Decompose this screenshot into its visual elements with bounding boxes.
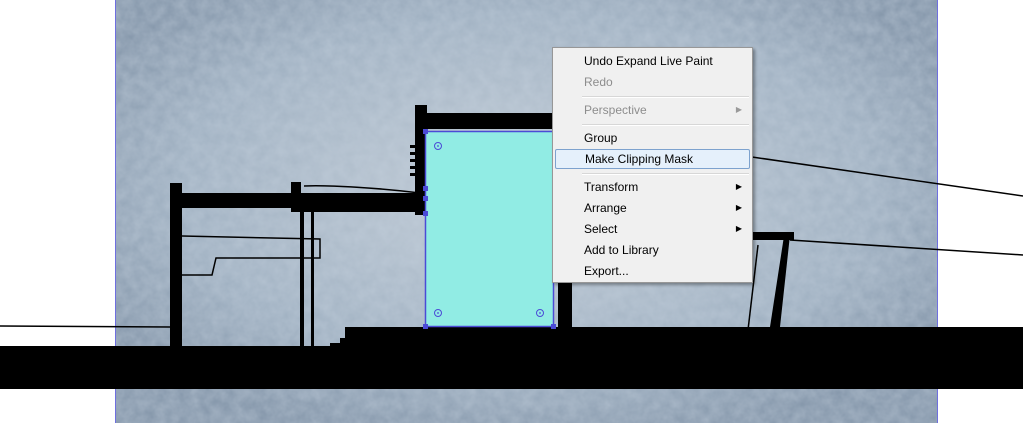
menu-item-label: Perspective [584,103,647,117]
selected-rectangle[interactable] [423,129,556,329]
artboard-canvas[interactable] [0,0,1023,423]
menu-item-label: Arrange [584,201,627,215]
menu-item-redo[interactable]: Redo [555,72,750,92]
anchor-point[interactable] [423,196,428,201]
menu-item-transform[interactable]: Transform ▶ [555,177,750,197]
menu-item-label: Undo Expand Live Paint [584,54,713,68]
menu-item-undo-expand-live-paint[interactable]: Undo Expand Live Paint [555,51,750,71]
menu-item-label: Select [584,222,618,236]
submenu-arrow-icon: ▶ [735,105,742,114]
menu-item-label: Export... [584,264,629,278]
menu-item-perspective[interactable]: Perspective ▶ [555,100,750,120]
anchor-point[interactable] [423,324,428,329]
menu-separator [582,96,749,98]
submenu-arrow-icon: ▶ [735,182,742,191]
menu-separator [582,124,749,126]
menu-item-label: Transform [584,180,639,194]
menu-item-label: Redo [584,75,613,89]
menu-item-add-to-library[interactable]: Add to Library [555,240,750,260]
menu-item-make-clipping-mask[interactable]: Make Clipping Mask [555,149,750,169]
menu-item-arrange[interactable]: Arrange ▶ [555,198,750,218]
anchor-point[interactable] [423,129,428,134]
anchor-point[interactable] [551,324,556,329]
context-menu: Undo Expand Live Paint Redo Perspective … [552,47,753,283]
submenu-arrow-icon: ▶ [735,224,742,233]
menu-item-group[interactable]: Group [555,128,750,148]
anchor-point[interactable] [423,211,428,216]
menu-item-select[interactable]: Select ▶ [555,219,750,239]
menu-item-label: Group [584,131,618,145]
anchor-point[interactable] [423,186,428,191]
menu-item-label: Add to Library [584,243,659,257]
menu-item-export[interactable]: Export... [555,261,750,281]
menu-separator [582,173,749,175]
menu-item-label: Make Clipping Mask [585,152,694,166]
submenu-arrow-icon: ▶ [735,203,742,212]
